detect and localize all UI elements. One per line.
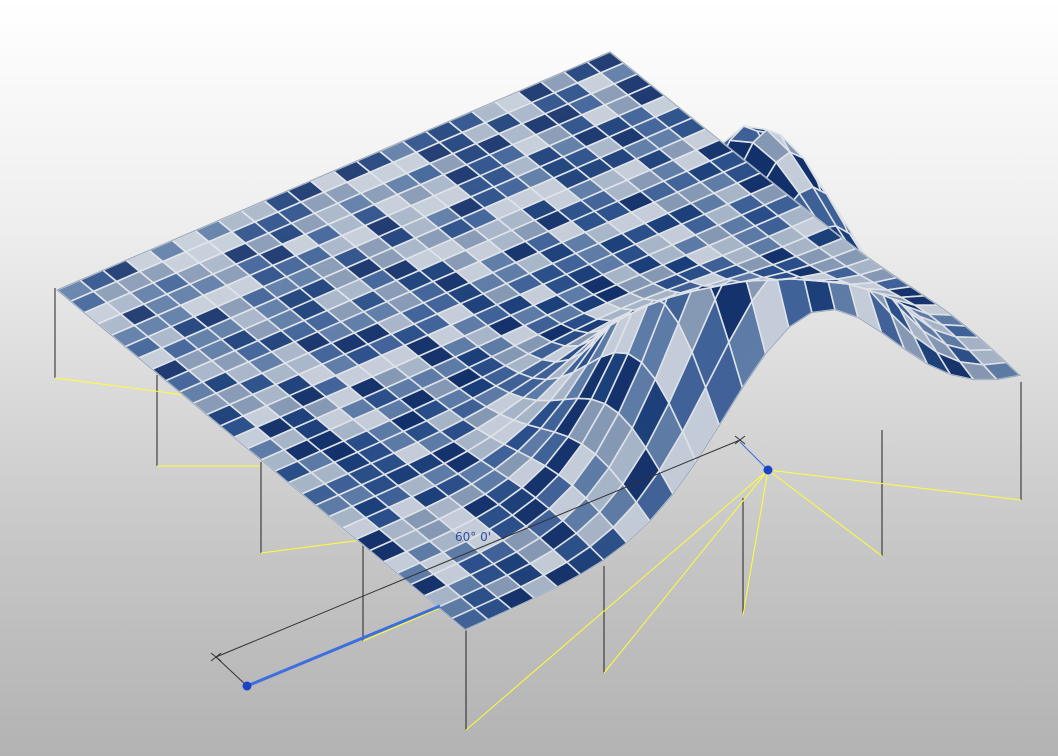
dimension-length-label[interactable]: 1': [470, 557, 481, 571]
selected-edge[interactable]: [246, 604, 441, 688]
ground-line: [742, 469, 769, 616]
ground-line: [767, 469, 883, 557]
ground-line: [767, 469, 1022, 501]
ground-line: [260, 539, 363, 554]
surface-outline: [56, 51, 1022, 631]
ground-line: [362, 607, 441, 642]
endpoint-grip-icon[interactable]: [763, 465, 773, 475]
endpoint-grip-icon[interactable]: [242, 681, 252, 691]
3d-viewport[interactable]: 60° 0' 1': [0, 0, 1058, 756]
dimension-angle-label[interactable]: 60° 0': [455, 530, 491, 544]
tiled-surface[interactable]: [56, 51, 1022, 631]
selected-edge[interactable]: [739, 441, 769, 471]
